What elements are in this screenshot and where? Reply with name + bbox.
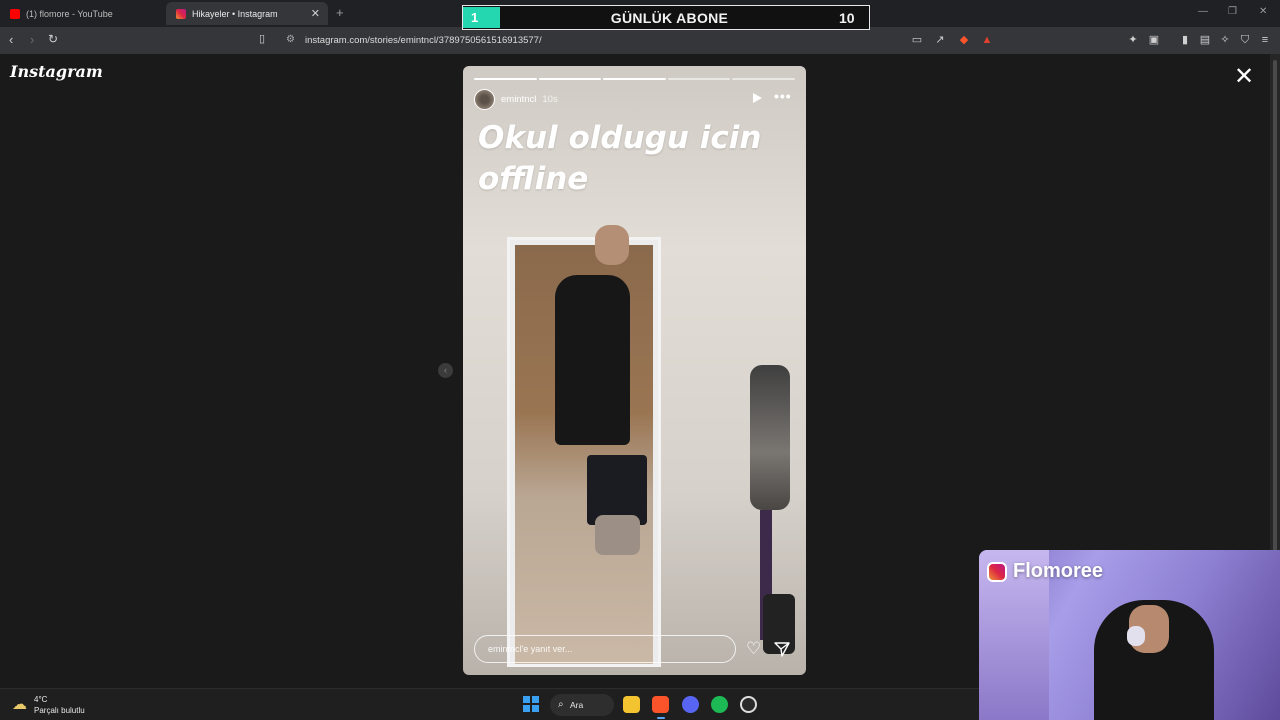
story-header: emintncl 10s [474,89,558,110]
search-icon: ⌕ [558,699,564,710]
youtube-icon [10,8,20,19]
search-label: Ara [570,700,584,710]
start-icon[interactable] [523,696,539,712]
like-icon[interactable]: ♡ [746,640,761,658]
minimize-icon[interactable]: — [1198,6,1208,17]
previous-story-button[interactable]: ‹ [438,363,453,378]
sidebar-icon[interactable]: ▮ [1178,33,1192,47]
menu-icon[interactable]: ≡ [1258,33,1272,47]
obs-icon[interactable] [740,696,757,713]
brave-icon[interactable] [652,696,669,713]
site-settings-icon[interactable]: ⚙ [286,34,295,45]
tab-label: Hikayeler • Instagram [192,8,278,19]
reload-icon[interactable]: ↻ [48,32,58,46]
bookmark-icon[interactable]: ▯ [259,32,265,45]
file-explorer-icon[interactable] [623,696,640,713]
avatar[interactable] [474,89,495,110]
brave-shields-icon[interactable]: ◆ [957,33,971,47]
close-tab-icon[interactable]: ✕ [311,7,320,20]
story-caption: Okul oldugu icin offline [478,120,762,197]
close-icon[interactable]: ✕ [1234,64,1254,90]
vpn-icon[interactable]: ⛉ [1238,33,1252,47]
spotify-icon[interactable] [711,696,728,713]
instagram-logo[interactable]: Instagram [10,62,103,81]
url-field[interactable]: instagram.com/stories/emintncl/378975056… [305,35,542,46]
instagram-icon [176,8,186,19]
progress-segment [474,78,537,80]
discord-icon[interactable] [682,696,699,713]
progress-segment [603,78,666,80]
subscriber-goal-overlay: 1 GÜNLÜK ABONE 10 [462,5,870,30]
goal-target: 10 [839,9,855,26]
play-icon[interactable] [753,93,762,103]
weather-temperature[interactable]: 4°C [34,695,47,704]
story-viewer[interactable]: emintncl 10s ••• Okul oldugu icin offlin… [463,66,806,675]
progress-segment [732,78,795,80]
story-time: 10s [542,94,558,105]
weather-icon[interactable]: ☁ [12,695,27,713]
tab-youtube[interactable]: (1) flomore - YouTube [0,2,166,25]
share-icon[interactable]: ↗ [933,33,947,47]
close-window-icon[interactable]: ✕ [1259,6,1267,17]
progress-segment [667,78,731,80]
story-photo-vacuum [750,365,790,510]
headphones [1127,626,1145,646]
story-username[interactable]: emintncl [501,94,536,105]
webcam-overlay: Flomoree [979,550,1280,720]
back-icon[interactable]: ‹ [9,32,13,47]
instagram-icon [987,561,1007,582]
active-indicator [657,717,665,719]
screen: (1) flomore - YouTube Hikayeler • Instag… [0,0,1280,720]
forward-icon[interactable]: › [30,32,34,47]
story-photo-mirror [507,225,661,667]
more-options-icon[interactable]: ••• [774,88,792,104]
progress-segment [538,78,602,80]
new-tab-icon[interactable]: + [336,5,344,20]
leo-ai-icon[interactable]: ✧ [1218,33,1232,47]
taskbar-search[interactable]: ⌕ Ara [550,694,614,716]
cast-icon[interactable]: ▭ [910,33,924,47]
maximize-icon[interactable]: ❐ [1228,6,1237,17]
streamer-name-label: Flomoree [1013,560,1104,582]
tab-search-icon[interactable]: ▤ [1198,33,1212,47]
send-icon[interactable] [774,641,790,657]
tab-label: (1) flomore - YouTube [26,8,113,19]
wallet-icon[interactable]: ▣ [1147,33,1161,47]
goal-title: GÜNLÜK ABONE [610,9,729,26]
brave-rewards-icon[interactable]: ▲ [980,33,994,47]
taskbar: ☁ 4°C Parçalı bulutlu ⌕ Ara [0,688,979,720]
story-progress-bar [474,78,795,80]
reply-input[interactable]: emintncl'e yanıt ver... [474,635,736,663]
weather-description[interactable]: Parçalı bulutlu [34,706,85,715]
tab-instagram[interactable]: Hikayeler • Instagram ✕ [166,2,328,25]
address-bar: ‹ › ↻ ▯ ⚙ instagram.com/stories/emintncl… [0,27,1280,54]
goal-current: 1 [463,7,500,28]
streamer-name: Flomoree [987,560,1103,583]
extensions-icon[interactable]: ✦ [1126,33,1140,47]
